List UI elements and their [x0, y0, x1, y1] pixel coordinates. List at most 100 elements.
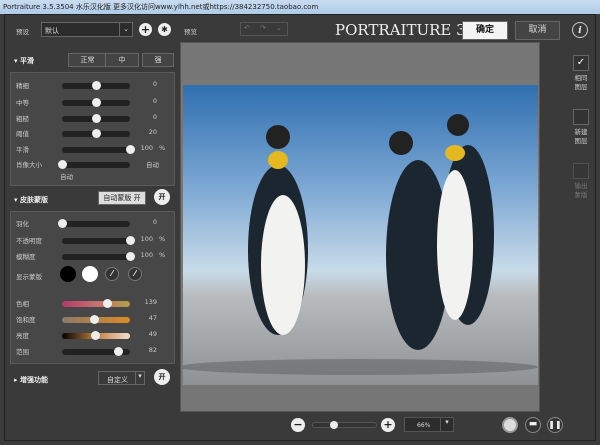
enhance-toggle-button[interactable]: 开: [154, 369, 170, 385]
slider-track[interactable]: [62, 129, 130, 138]
skin-toggle-button[interactable]: 开: [154, 189, 170, 205]
chevron-down-icon: ▾: [135, 372, 144, 384]
skin-mask-title: 皮肤蒙版: [19, 196, 48, 204]
info-button[interactable]: i: [572, 22, 588, 38]
slider-track[interactable]: [62, 299, 130, 308]
slider-label: 范围: [16, 348, 29, 356]
slider-value: 0: [152, 113, 157, 121]
history-chevron-icon[interactable]: ⌄: [276, 24, 282, 32]
slider-label: 精细: [16, 82, 29, 90]
slider-value: 49: [148, 330, 157, 338]
eyedropper-icon[interactable]: ⁄: [105, 267, 119, 281]
zoom-level-value: 66%: [417, 422, 431, 429]
mode-strong-button[interactable]: 强: [142, 53, 174, 67]
gear-icon[interactable]: ✱: [158, 23, 171, 36]
enhance-title: 增强功能: [19, 376, 48, 384]
undo-icon[interactable]: ↶: [244, 24, 250, 32]
slider-value: 47: [148, 314, 157, 322]
slider-value: 0: [152, 80, 157, 88]
slider-track[interactable]: [62, 331, 130, 340]
slider-knob[interactable]: [58, 160, 67, 169]
slider-label: 阈值: [16, 130, 29, 138]
redo-icon[interactable]: ↷: [260, 24, 266, 32]
preview-label: 预览: [184, 28, 197, 36]
slider-label: 中等: [16, 99, 29, 107]
slider-value: 20: [148, 128, 157, 136]
slider-knob[interactable]: [92, 114, 101, 123]
slider-value: 139: [144, 298, 157, 306]
slider-value: 0: [152, 218, 157, 226]
enhance-preset-select[interactable]: 自定义 ▾: [98, 371, 145, 385]
slider-track[interactable]: [62, 145, 135, 154]
white-swatch[interactable]: [82, 266, 98, 282]
slider-track[interactable]: [62, 114, 130, 123]
layer-option-checkbox[interactable]: [573, 163, 589, 179]
zoom-in-button[interactable]: +: [381, 418, 395, 432]
slider-track[interactable]: [62, 252, 135, 261]
slider-knob[interactable]: [92, 129, 101, 138]
slider-label: 羽化: [16, 220, 29, 228]
preset-label: 预设: [16, 28, 29, 36]
slider-label: 色相: [16, 300, 29, 308]
slider-track[interactable]: [62, 347, 130, 356]
split-horizontal-button[interactable]: ▬: [525, 417, 541, 433]
brand-logo: PORTRAITURE 3ai: [335, 21, 480, 39]
auto-mask-button[interactable]: 自动蒙版 开: [98, 191, 146, 205]
ok-button[interactable]: 确定: [462, 21, 508, 40]
slider-knob[interactable]: [91, 331, 101, 340]
zoom-level-select[interactable]: 66% ▾: [404, 417, 454, 432]
layer-option-checkbox[interactable]: ✓: [573, 55, 589, 71]
zoom-slider-knob[interactable]: [329, 421, 338, 429]
cancel-button[interactable]: 取消: [515, 21, 560, 40]
zoom-out-button[interactable]: −: [291, 418, 305, 432]
layer-option-checkbox[interactable]: [573, 109, 589, 125]
penguins-photo: [183, 114, 538, 375]
single-view-button[interactable]: [502, 417, 518, 433]
slider-label: 平滑: [16, 146, 29, 154]
slider-track[interactable]: [62, 315, 130, 324]
slider-knob[interactable]: [58, 219, 67, 228]
enhance-preset-value: 自定义: [107, 376, 128, 384]
slider-unit: %: [159, 144, 166, 152]
slider-unit: %: [159, 235, 166, 243]
eyedropper-plus-icon[interactable]: ⁄: [128, 267, 142, 281]
preview-image[interactable]: [183, 85, 538, 385]
split-vertical-button[interactable]: ❚❚: [547, 417, 563, 433]
mode-normal-button[interactable]: 正常: [68, 53, 107, 67]
enhance-header[interactable]: ▸ 增强功能: [14, 375, 48, 385]
slider-label: 不透明度: [16, 237, 42, 245]
slider-knob[interactable]: [92, 81, 101, 90]
preset-value: 默认: [45, 27, 59, 35]
slider-knob[interactable]: [92, 98, 101, 107]
slider-track[interactable]: [58, 160, 130, 169]
slider-value: 82: [148, 346, 157, 354]
slider-track[interactable]: [62, 236, 135, 245]
slider-value: 100: [140, 251, 153, 259]
slider-knob[interactable]: [113, 347, 123, 356]
layer-option-label: 相同图层: [574, 74, 588, 91]
show-mask-label: 显示蒙版: [16, 273, 42, 281]
slider-label: 亮度: [16, 332, 29, 340]
add-preset-button[interactable]: +: [139, 23, 152, 36]
auto-label: 自动: [60, 173, 73, 181]
mode-medium-button[interactable]: 中: [105, 53, 139, 67]
layer-option-label: 新建图层: [574, 128, 588, 145]
zoom-slider[interactable]: [312, 421, 377, 429]
slider-value: 0: [152, 97, 157, 105]
skin-mask-header[interactable]: ▾ 皮肤蒙版: [14, 195, 48, 205]
slider-knob[interactable]: [89, 315, 99, 324]
slider-track[interactable]: [62, 98, 130, 107]
slider-value: 100: [140, 144, 153, 152]
smoothing-header[interactable]: ▾ 平滑: [14, 56, 34, 66]
slider-track[interactable]: [58, 219, 130, 228]
slider-label: 粗糙: [16, 115, 29, 123]
chevron-down-icon: ⌄: [119, 23, 132, 36]
black-swatch[interactable]: [60, 266, 76, 282]
slider-value: 100: [140, 235, 153, 243]
preset-select[interactable]: 默认 ⌄: [41, 22, 133, 37]
slider-knob[interactable]: [102, 299, 112, 308]
chevron-down-icon: ▾: [440, 418, 453, 431]
slider-track[interactable]: [62, 81, 130, 90]
slider-value: 自动: [146, 161, 159, 169]
slider-label: 肖像大小: [16, 161, 42, 169]
